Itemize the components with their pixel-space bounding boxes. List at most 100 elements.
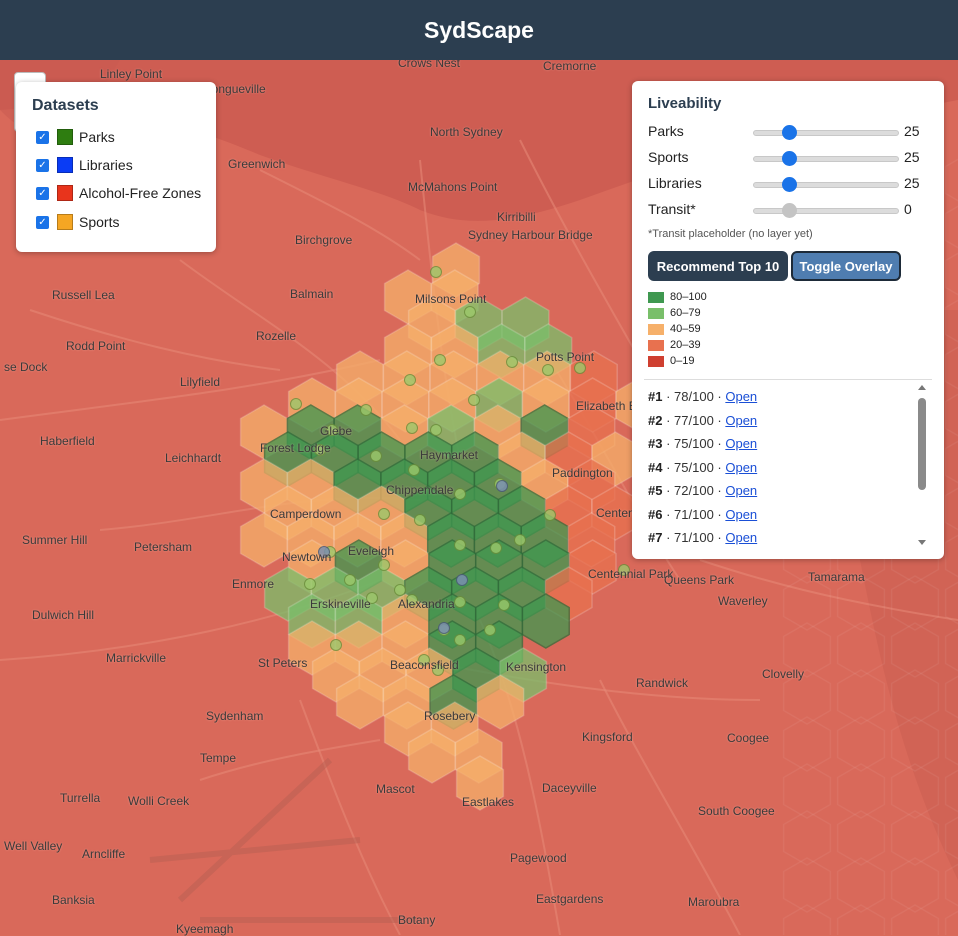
legend-item: 20–39 bbox=[648, 339, 701, 351]
poi-marker bbox=[490, 542, 502, 554]
open-link[interactable]: Open bbox=[725, 483, 757, 498]
datasets-title: Datasets bbox=[32, 97, 99, 114]
place-label: Rozelle bbox=[256, 329, 297, 343]
slider-thumb-transit bbox=[781, 203, 797, 218]
place-label: Alexandria bbox=[398, 597, 455, 611]
poi-marker bbox=[454, 488, 466, 500]
hexagon-cell bbox=[782, 763, 832, 819]
slider-sports[interactable] bbox=[753, 156, 899, 162]
slider-row-sports: Sports 25 bbox=[648, 148, 938, 168]
ranking-item: #7 · 71/100 · Open bbox=[648, 530, 758, 545]
poi-marker bbox=[464, 306, 476, 318]
scroll-thumb[interactable] bbox=[918, 398, 926, 490]
hexagon-cell bbox=[782, 716, 832, 772]
slider-thumb-parks[interactable] bbox=[781, 125, 797, 140]
poi-marker bbox=[454, 596, 466, 608]
place-label: Chippendale bbox=[386, 483, 454, 497]
place-label: Balmain bbox=[290, 287, 334, 301]
open-link[interactable]: Open bbox=[725, 389, 757, 404]
place-label: Summer Hill bbox=[22, 533, 88, 547]
hexagon-cell bbox=[782, 575, 832, 631]
slider-row-transit: Transit* 0 bbox=[648, 200, 938, 220]
place-label: Eveleigh bbox=[348, 544, 395, 558]
dataset-toggle-parks[interactable]: ✓ Parks bbox=[36, 129, 115, 145]
poi-marker bbox=[542, 364, 554, 376]
slider-libraries[interactable] bbox=[753, 182, 899, 188]
dataset-label-parks: Parks bbox=[79, 129, 115, 145]
hexagon-cell bbox=[836, 810, 886, 866]
place-label: Potts Point bbox=[536, 350, 595, 364]
place-label: Waverley bbox=[718, 594, 768, 608]
legend-label: 60–79 bbox=[670, 307, 701, 319]
place-label: Kensington bbox=[506, 660, 567, 674]
open-link[interactable]: Open bbox=[725, 507, 757, 522]
dataset-toggle-libraries[interactable]: ✓ Libraries bbox=[36, 157, 133, 173]
place-label: Banksia bbox=[52, 893, 95, 907]
ranking-item: #3 · 75/100 · Open bbox=[648, 436, 758, 451]
slider-value-transit: 0 bbox=[904, 201, 912, 217]
open-link[interactable]: Open bbox=[725, 413, 757, 428]
open-link[interactable]: Open bbox=[725, 460, 757, 475]
sports-swatch bbox=[57, 214, 73, 230]
slider-parks[interactable] bbox=[753, 130, 899, 136]
poi-marker bbox=[330, 639, 342, 651]
slider-label-parks: Parks bbox=[648, 123, 684, 139]
place-label: Pagewood bbox=[510, 851, 567, 865]
hexagon-cell bbox=[836, 669, 886, 725]
poi-marker bbox=[498, 599, 510, 611]
scroll-up-icon[interactable] bbox=[918, 385, 926, 390]
place-label: Newtown bbox=[282, 550, 332, 564]
place-label: Wolli Creek bbox=[128, 794, 190, 808]
legend-item: 60–79 bbox=[648, 307, 701, 319]
place-label: Enmore bbox=[232, 577, 275, 591]
poi-marker bbox=[408, 464, 420, 476]
place-label: Greenwich bbox=[228, 157, 286, 171]
place-label: Rodd Point bbox=[66, 339, 126, 353]
open-link[interactable]: Open bbox=[725, 530, 757, 545]
checkbox-libraries[interactable]: ✓ bbox=[36, 158, 49, 172]
slider-thumb-sports[interactable] bbox=[781, 151, 797, 166]
dataset-toggle-alcohol-free-zones[interactable]: ✓ Alcohol-Free Zones bbox=[36, 185, 201, 201]
hexagon-cell bbox=[782, 904, 832, 935]
place-label: Kingsford bbox=[582, 730, 633, 744]
hexagon-cell bbox=[890, 857, 940, 913]
poi-marker bbox=[514, 534, 526, 546]
place-label: Milsons Point bbox=[415, 292, 487, 306]
scroll-down-icon[interactable] bbox=[918, 540, 926, 545]
place-label: Randwick bbox=[636, 676, 689, 690]
poi-marker bbox=[290, 398, 302, 410]
hexagon-cell bbox=[836, 716, 886, 772]
place-label: Paddington bbox=[552, 466, 613, 480]
library-marker bbox=[438, 622, 450, 634]
place-label: Tempe bbox=[200, 751, 237, 765]
slider-label-sports: Sports bbox=[648, 149, 689, 165]
poi-marker bbox=[454, 539, 466, 551]
app-header: SydScape bbox=[0, 0, 958, 60]
checkbox-sports[interactable]: ✓ bbox=[36, 215, 49, 229]
checkbox-alcohol-free-zones[interactable]: ✓ bbox=[36, 186, 49, 200]
place-label: Botany bbox=[398, 913, 436, 927]
legend-swatch bbox=[648, 355, 664, 367]
ranking-item: #4 · 75/100 · Open bbox=[648, 460, 758, 475]
slider-thumb-libraries[interactable] bbox=[781, 177, 797, 192]
dataset-toggle-sports[interactable]: ✓ Sports bbox=[36, 214, 119, 230]
legend-label: 40–59 bbox=[670, 323, 701, 335]
poi-marker bbox=[430, 424, 442, 436]
poi-marker bbox=[344, 574, 356, 586]
toggle-overlay-button[interactable]: Toggle Overlay bbox=[791, 251, 901, 281]
datasets-panel: Datasets ✓ Parks ✓ Libraries ✓ Alcohol-F… bbox=[16, 82, 216, 252]
poi-marker bbox=[404, 374, 416, 386]
recommend-top-10-button[interactable]: Recommend Top 10 bbox=[648, 251, 788, 281]
checkbox-parks[interactable]: ✓ bbox=[36, 130, 49, 144]
place-label: Clovelly bbox=[762, 667, 805, 681]
place-label: Cremorne bbox=[543, 59, 597, 73]
place-label: Leichhardt bbox=[165, 451, 222, 465]
place-label: Dulwich Hill bbox=[32, 608, 95, 622]
slider-value-parks: 25 bbox=[904, 123, 920, 139]
dataset-label-alcohol-free-zones: Alcohol-Free Zones bbox=[79, 185, 202, 201]
place-label: Eastlakes bbox=[462, 795, 515, 809]
open-link[interactable]: Open bbox=[725, 436, 757, 451]
ranking-scrollbar[interactable] bbox=[916, 383, 928, 547]
poi-marker bbox=[430, 266, 442, 278]
ranking-list[interactable]: #1 · 78/100 · Open #2 · 77/100 · Open #3… bbox=[648, 385, 910, 551]
